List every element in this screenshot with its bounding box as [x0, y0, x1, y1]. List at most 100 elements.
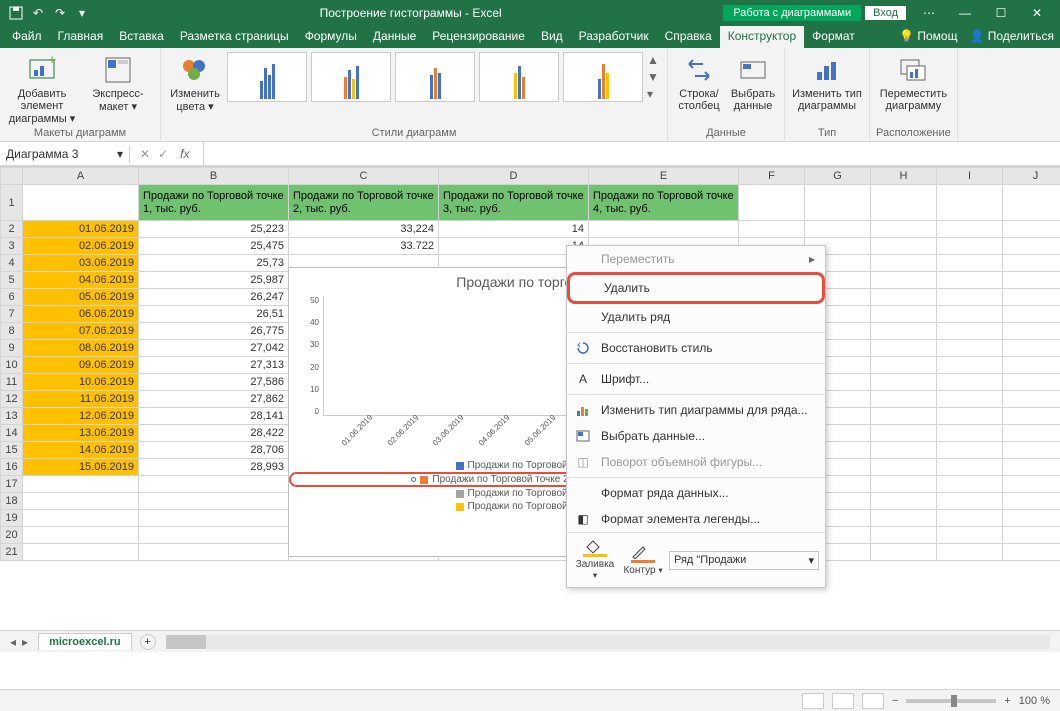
cell[interactable]: [871, 408, 937, 425]
cell[interactable]: [937, 527, 1003, 544]
row-header[interactable]: 1: [1, 185, 23, 221]
cell[interactable]: [937, 238, 1003, 255]
row-header[interactable]: 7: [1, 306, 23, 323]
cell[interactable]: [1003, 459, 1060, 476]
qat-dropdown-icon[interactable]: ▾: [74, 5, 90, 21]
tab-format[interactable]: Формат: [804, 26, 863, 48]
cell[interactable]: [23, 544, 139, 561]
cell[interactable]: [139, 476, 289, 493]
row-header[interactable]: 12: [1, 391, 23, 408]
cell[interactable]: 13.06.2019: [23, 425, 139, 442]
cell[interactable]: [871, 185, 937, 221]
cell[interactable]: [871, 459, 937, 476]
cell[interactable]: [871, 306, 937, 323]
style-thumb[interactable]: [227, 52, 307, 102]
cell[interactable]: [1003, 289, 1060, 306]
cell[interactable]: 14.06.2019: [23, 442, 139, 459]
cell[interactable]: [937, 442, 1003, 459]
style-thumb[interactable]: [563, 52, 643, 102]
ctx-format-legend[interactable]: ◧Формат элемента легенды...: [567, 506, 825, 532]
row-header[interactable]: 2: [1, 221, 23, 238]
cell[interactable]: [937, 340, 1003, 357]
chevron-down-icon[interactable]: ▾: [117, 147, 123, 161]
col-header[interactable]: B: [139, 168, 289, 185]
row-header[interactable]: 14: [1, 425, 23, 442]
cell[interactable]: [871, 527, 937, 544]
cell[interactable]: [937, 272, 1003, 289]
tab-file[interactable]: Файл: [4, 26, 50, 48]
row-header[interactable]: 20: [1, 527, 23, 544]
cell[interactable]: Продажи по Торговой точке 3, тыс. руб.: [439, 185, 589, 221]
select-data-button[interactable]: Выбрать данные: [728, 52, 778, 112]
cell[interactable]: [1003, 374, 1060, 391]
cell[interactable]: 33,224: [289, 221, 439, 238]
cell[interactable]: [937, 544, 1003, 561]
cell[interactable]: [1003, 306, 1060, 323]
cell[interactable]: 27,586: [139, 374, 289, 391]
fill-button[interactable]: Заливка ▾: [573, 539, 617, 581]
cell[interactable]: [937, 476, 1003, 493]
row-header[interactable]: 3: [1, 238, 23, 255]
style-thumb[interactable]: [479, 52, 559, 102]
col-header[interactable]: A: [23, 168, 139, 185]
cell[interactable]: 25,475: [139, 238, 289, 255]
tab-page-layout[interactable]: Разметка страницы: [172, 26, 297, 48]
cell[interactable]: [139, 544, 289, 561]
cell[interactable]: 06.06.2019: [23, 306, 139, 323]
gallery-scroll[interactable]: ▲▼▾: [647, 52, 661, 102]
col-header[interactable]: F: [739, 168, 805, 185]
grid[interactable]: ABCDEFGHIJ 1Продажи по Торговой точке 1,…: [0, 166, 1060, 606]
zoom-level[interactable]: 100 %: [1019, 695, 1050, 707]
undo-icon[interactable]: ↶: [30, 5, 46, 21]
cell[interactable]: 28,422: [139, 425, 289, 442]
row-header[interactable]: 10: [1, 357, 23, 374]
cell[interactable]: 04.06.2019: [23, 272, 139, 289]
row-header[interactable]: 8: [1, 323, 23, 340]
cell[interactable]: [871, 289, 937, 306]
cell[interactable]: [871, 340, 937, 357]
cell[interactable]: [1003, 527, 1060, 544]
chart-styles-gallery[interactable]: ▲▼▾: [227, 52, 661, 102]
col-header[interactable]: G: [805, 168, 871, 185]
cancel-icon[interactable]: ✕: [140, 147, 150, 161]
quick-layout-button[interactable]: Экспресс-макет ▾: [82, 52, 154, 113]
cell[interactable]: 28,706: [139, 442, 289, 459]
cell[interactable]: [871, 255, 937, 272]
zoom-out-icon[interactable]: −: [892, 695, 898, 707]
sheet-nav-next-icon[interactable]: ▸: [22, 635, 28, 649]
cell[interactable]: 27,862: [139, 391, 289, 408]
col-header[interactable]: D: [439, 168, 589, 185]
tab-view[interactable]: Вид: [533, 26, 571, 48]
cell[interactable]: 25,223: [139, 221, 289, 238]
cell[interactable]: [871, 544, 937, 561]
tab-insert[interactable]: Вставка: [111, 26, 172, 48]
cell[interactable]: [1003, 442, 1060, 459]
outline-button[interactable]: Контур ▾: [621, 545, 665, 576]
col-header[interactable]: I: [937, 168, 1003, 185]
col-header[interactable]: E: [589, 168, 739, 185]
row-header[interactable]: 11: [1, 374, 23, 391]
cell[interactable]: [937, 221, 1003, 238]
row-header[interactable]: 6: [1, 289, 23, 306]
col-header[interactable]: H: [871, 168, 937, 185]
page-break-view-icon[interactable]: [862, 693, 884, 709]
save-icon[interactable]: [8, 5, 24, 21]
cell[interactable]: [871, 510, 937, 527]
cell[interactable]: 14: [439, 221, 589, 238]
cell[interactable]: [23, 493, 139, 510]
tab-data[interactable]: Данные: [365, 26, 424, 48]
row-header[interactable]: 19: [1, 510, 23, 527]
cell[interactable]: Продажи по Торговой точке 2, тыс. руб.: [289, 185, 439, 221]
cell[interactable]: [937, 357, 1003, 374]
cell[interactable]: [23, 185, 139, 221]
cell[interactable]: [871, 391, 937, 408]
cell[interactable]: [937, 185, 1003, 221]
cell[interactable]: [871, 357, 937, 374]
cell[interactable]: [937, 323, 1003, 340]
ctx-select-data[interactable]: Выбрать данные...: [567, 423, 825, 449]
cell[interactable]: [1003, 185, 1060, 221]
cell[interactable]: [871, 425, 937, 442]
cell[interactable]: [1003, 340, 1060, 357]
cell[interactable]: 28,993: [139, 459, 289, 476]
cell[interactable]: 11.06.2019: [23, 391, 139, 408]
